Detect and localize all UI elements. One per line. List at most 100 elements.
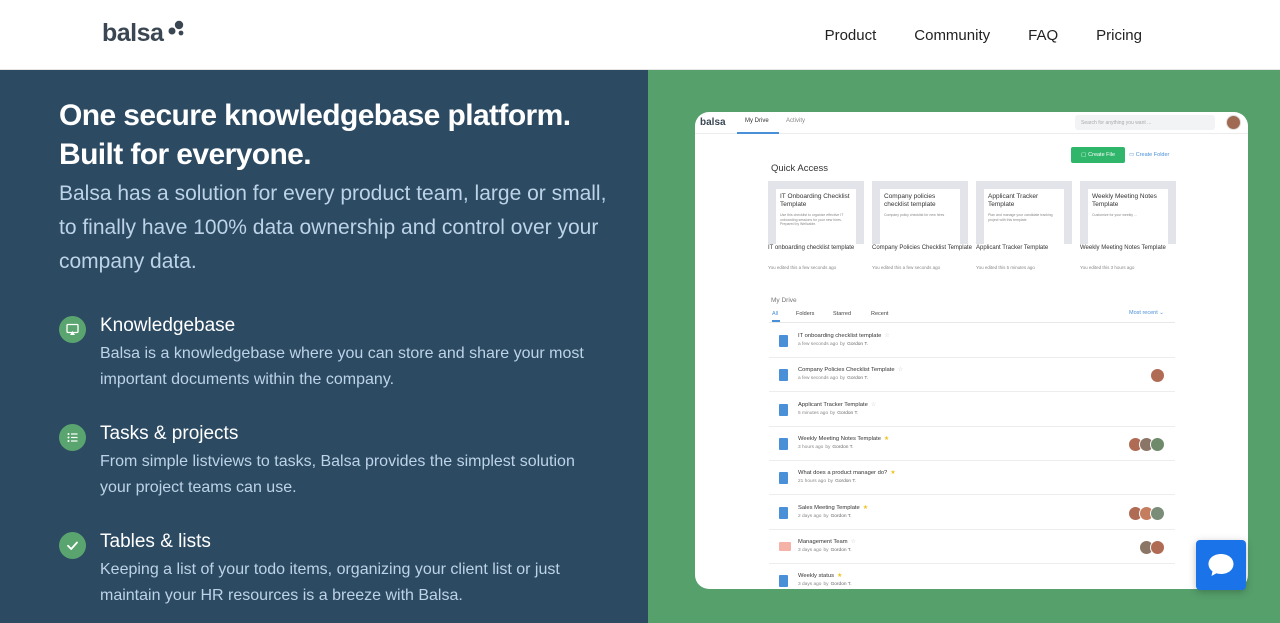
app-logo: balsa (700, 117, 726, 128)
logo-text: balsa (102, 19, 164, 47)
card-name[interactable]: Weekly Meeting Notes Template (1080, 243, 1180, 253)
file-by: by (828, 479, 834, 485)
file-meta: 5 minutes ago by Gordon T. (798, 411, 858, 416)
star-icon[interactable]: ☆ (871, 402, 876, 408)
file-row[interactable]: Applicant Tracker Template ☆ 5 minutes ago… (769, 393, 1175, 427)
user-avatar[interactable] (1226, 115, 1241, 130)
app-search-input[interactable]: Search for anything you want ... (1075, 115, 1215, 130)
avatar[interactable] (1150, 539, 1165, 555)
collaborator-avatars (1128, 505, 1165, 521)
file-time: a few seconds ago (798, 342, 839, 347)
file-title: What does a product manager do? ★ (798, 469, 896, 476)
quick-access-card[interactable]: Weekly Meeting Notes Template Customize f… (1080, 181, 1176, 244)
star-icon[interactable]: ★ (863, 505, 868, 511)
file-row[interactable]: What does a product manager do? ★ 21 hours… (769, 461, 1175, 496)
card-title: IT Onboarding Checklist Template (780, 193, 850, 208)
drive-tab-all[interactable]: All (772, 311, 778, 317)
file-row[interactable]: Sales Meeting Template ★ 2 days ago by Gordo… (769, 496, 1175, 530)
logo-leaf-icon (168, 20, 184, 36)
star-icon[interactable]: ★ (884, 436, 889, 442)
file-time: 2 days ago (798, 513, 822, 519)
card-name[interactable]: Company Policies Checklist Template (872, 243, 972, 253)
file-author: Gordon T. (830, 582, 852, 588)
my-drive-title: My Drive (771, 297, 797, 304)
file-row[interactable]: Weekly Meeting Notes Template ★ 3 hours ag… (769, 427, 1175, 461)
card-desc: Customize for your weekly ... (1092, 213, 1137, 217)
file-title-text: Weekly Meeting Notes Template (798, 435, 881, 442)
nav-faq[interactable]: FAQ (1028, 25, 1058, 47)
hero-headline: One secure knowledgebase platform. Built… (59, 96, 619, 174)
card-title: Company policies checklist template (884, 193, 936, 208)
drive-tab-folders[interactable]: Folders (796, 311, 814, 317)
file-time: 3 days ago (798, 582, 822, 588)
star-icon[interactable]: ☆ (898, 367, 903, 373)
collaborator-avatars (1139, 539, 1165, 555)
card-edited: You edited this a few seconds ago (872, 265, 941, 270)
nav-product[interactable]: Product (825, 25, 877, 47)
balsa-logo[interactable]: balsa (102, 18, 186, 48)
app-tab-activity[interactable]: Activity (786, 118, 805, 124)
drive-tab-starred[interactable]: Starred (833, 311, 851, 317)
file-row[interactable]: Weekly status ★ 3 days ago by Gordon T. (769, 564, 1175, 589)
card-title: Applicant Tracker Template (988, 193, 1039, 208)
quick-access-card[interactable]: Company policies checklist template Compa… (872, 181, 968, 244)
app-header: balsa My Drive Activity Search for anyth… (695, 112, 1248, 134)
divider (769, 322, 1175, 323)
card-name[interactable]: IT onboarding checklist template (768, 243, 868, 253)
file-row[interactable]: IT onboarding checklist template ☆ a few s… (769, 324, 1175, 358)
file-time: 21 hours ago (798, 479, 827, 485)
document-icon (779, 575, 788, 588)
create-file-label: Create File (1088, 152, 1116, 158)
file-title: IT onboarding checklist template ☆ (798, 332, 890, 339)
file-title: Weekly Meeting Notes Template ★ (798, 435, 889, 442)
hero-headline-line1: One secure knowledgebase platform. (59, 99, 571, 132)
file-author: Gordon T. (837, 410, 859, 416)
file-row[interactable]: Company Policies Checklist Template ☆ a fe… (769, 358, 1175, 393)
star-icon[interactable]: ☆ (884, 333, 889, 339)
card-desc: Plan and manage your candidate tracking … (988, 213, 1053, 222)
nav-community[interactable]: Community (914, 25, 990, 47)
document-icon (779, 472, 788, 485)
chat-widget-button[interactable] (1196, 540, 1246, 590)
create-file-button[interactable]: ▢ Create File (1071, 147, 1125, 163)
card-name[interactable]: Applicant Tracker Template (976, 243, 1076, 253)
folder-icon: ▭ (1129, 152, 1136, 158)
card-desc: Use this checklist to organize effective… (780, 213, 844, 226)
star-icon[interactable]: ★ (890, 470, 895, 476)
file-title: Applicant Tracker Template ☆ (798, 401, 876, 408)
file-author: Gordon T. (847, 342, 869, 347)
sort-dropdown[interactable]: Most recent ⌄ (1129, 310, 1164, 316)
avatar[interactable] (1150, 436, 1165, 452)
file-title-text: Weekly status (798, 573, 834, 580)
file-author: Gordon T. (832, 444, 854, 450)
hero-headline-line2: Built for everyone. (59, 138, 312, 171)
folder-icon (779, 541, 791, 551)
file-time: 3 days ago (798, 547, 822, 553)
file-author: Gordon T. (847, 376, 869, 382)
file-meta: 2 days ago by Gordon T. (798, 514, 852, 519)
file-row[interactable]: Management Team ☆ 3 days ago by Gordon T. (769, 530, 1175, 564)
quick-access-card[interactable]: IT Onboarding Checklist Template Use this… (768, 181, 864, 244)
file-title-text: Applicant Tracker Template (798, 401, 868, 408)
quick-access-card[interactable]: Applicant Tracker Template Plan and manag… (976, 181, 1072, 244)
nav-pricing[interactable]: Pricing (1096, 25, 1142, 47)
card-title: Weekly Meeting Notes Template (1092, 193, 1157, 208)
quick-access-title: Quick Access (771, 163, 829, 174)
chat-bubble-icon (1208, 554, 1234, 576)
star-icon[interactable]: ★ (837, 573, 842, 579)
file-meta: 21 hours ago by Gordon T. (798, 479, 856, 484)
chevron-down-icon: ⌄ (1159, 310, 1164, 316)
file-by: by (840, 376, 846, 382)
create-folder-button[interactable]: ▭ Create Folder (1129, 152, 1169, 158)
hero-subhead: Balsa has a solution for every product t… (59, 182, 607, 273)
star-icon[interactable]: ☆ (851, 539, 856, 545)
top-nav: balsa Product Community FAQ Pricing (0, 0, 1280, 70)
avatar[interactable] (1150, 368, 1165, 384)
file-title-text: What does a product manager do? (798, 470, 888, 477)
avatar[interactable] (1150, 505, 1165, 521)
file-title: Weekly status ★ (798, 572, 842, 579)
active-tab-indicator (737, 132, 779, 134)
drive-tab-recent[interactable]: Recent (871, 311, 888, 317)
app-tab-my-drive[interactable]: My Drive (745, 118, 769, 124)
main-nav: Product Community FAQ Pricing (825, 25, 1142, 47)
